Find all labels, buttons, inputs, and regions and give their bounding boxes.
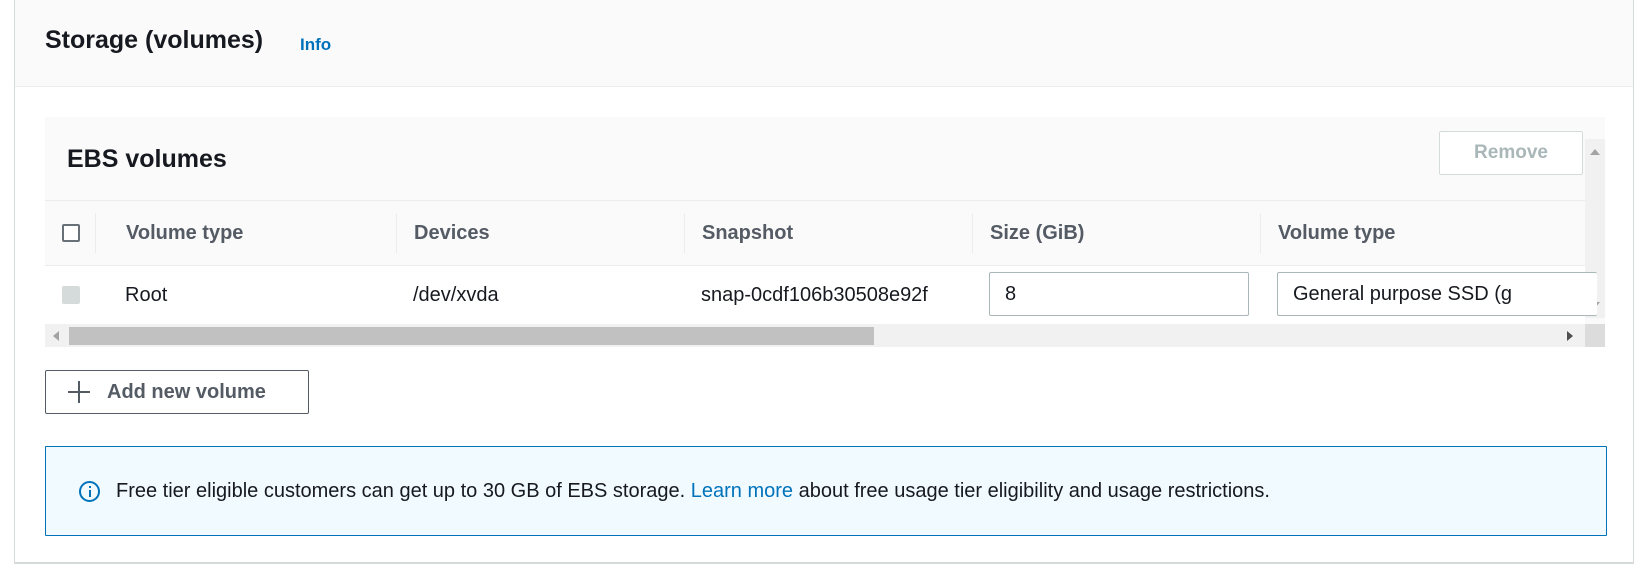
free-tier-notice: Free tier eligible customers can get up … xyxy=(45,446,1607,536)
notice-text: Free tier eligible customers can get up … xyxy=(116,447,1270,535)
scrollbar-corner xyxy=(1585,324,1605,347)
table-header: Volume type Devices Snapshot Size (GiB) … xyxy=(45,200,1585,266)
info-link[interactable]: Info xyxy=(300,35,331,55)
column-header-volume-type[interactable]: Volume type xyxy=(126,201,243,265)
row-checkbox xyxy=(62,286,80,304)
table-row: Root /dev/xvda snap-0cdf106b30508e92f 8 … xyxy=(45,266,1597,324)
select-all-checkbox[interactable] xyxy=(62,224,80,242)
size-input[interactable]: 8 xyxy=(989,272,1249,316)
cell-volume-type: Root xyxy=(125,284,168,306)
info-circle-icon xyxy=(79,481,100,502)
column-divider xyxy=(95,213,96,253)
ebs-volumes-section: EBS volumes Remove Volume type Devices S… xyxy=(45,117,1605,347)
notice-text-after: about free usage tier eligibility and us… xyxy=(793,480,1270,502)
storage-header: Storage (volumes) Info xyxy=(15,0,1633,87)
cell-device: /dev/xvda xyxy=(413,284,499,306)
storage-title: Storage (volumes) xyxy=(45,26,264,54)
column-header-volume-type-2[interactable]: Volume type xyxy=(1278,201,1395,265)
column-divider xyxy=(1260,213,1261,253)
cell-snapshot: snap-0cdf106b30508e92f xyxy=(701,284,928,306)
plus-icon xyxy=(68,381,90,403)
column-divider xyxy=(396,213,397,253)
column-divider xyxy=(684,213,685,253)
column-divider xyxy=(972,213,973,253)
learn-more-link[interactable]: Learn more xyxy=(691,480,793,502)
column-header-snapshot[interactable]: Snapshot xyxy=(702,201,793,265)
column-header-devices[interactable]: Devices xyxy=(414,201,490,265)
storage-panel: Storage (volumes) Info EBS volumes Remov… xyxy=(14,0,1634,564)
volume-type-select[interactable]: General purpose SSD (g xyxy=(1277,272,1597,316)
remove-button[interactable]: Remove xyxy=(1439,131,1583,175)
scroll-right-icon[interactable] xyxy=(1567,331,1573,341)
ebs-volumes-title: EBS volumes xyxy=(67,145,227,173)
scroll-up-icon[interactable] xyxy=(1590,149,1600,155)
scroll-left-icon[interactable] xyxy=(53,331,59,341)
column-header-size[interactable]: Size (GiB) xyxy=(990,201,1084,265)
add-new-volume-label: Add new volume xyxy=(107,381,266,403)
notice-text-before: Free tier eligible customers can get up … xyxy=(116,480,691,502)
add-new-volume-button[interactable]: Add new volume xyxy=(45,370,309,414)
scrollbar-thumb[interactable] xyxy=(69,327,874,345)
horizontal-scrollbar[interactable] xyxy=(45,324,1605,347)
